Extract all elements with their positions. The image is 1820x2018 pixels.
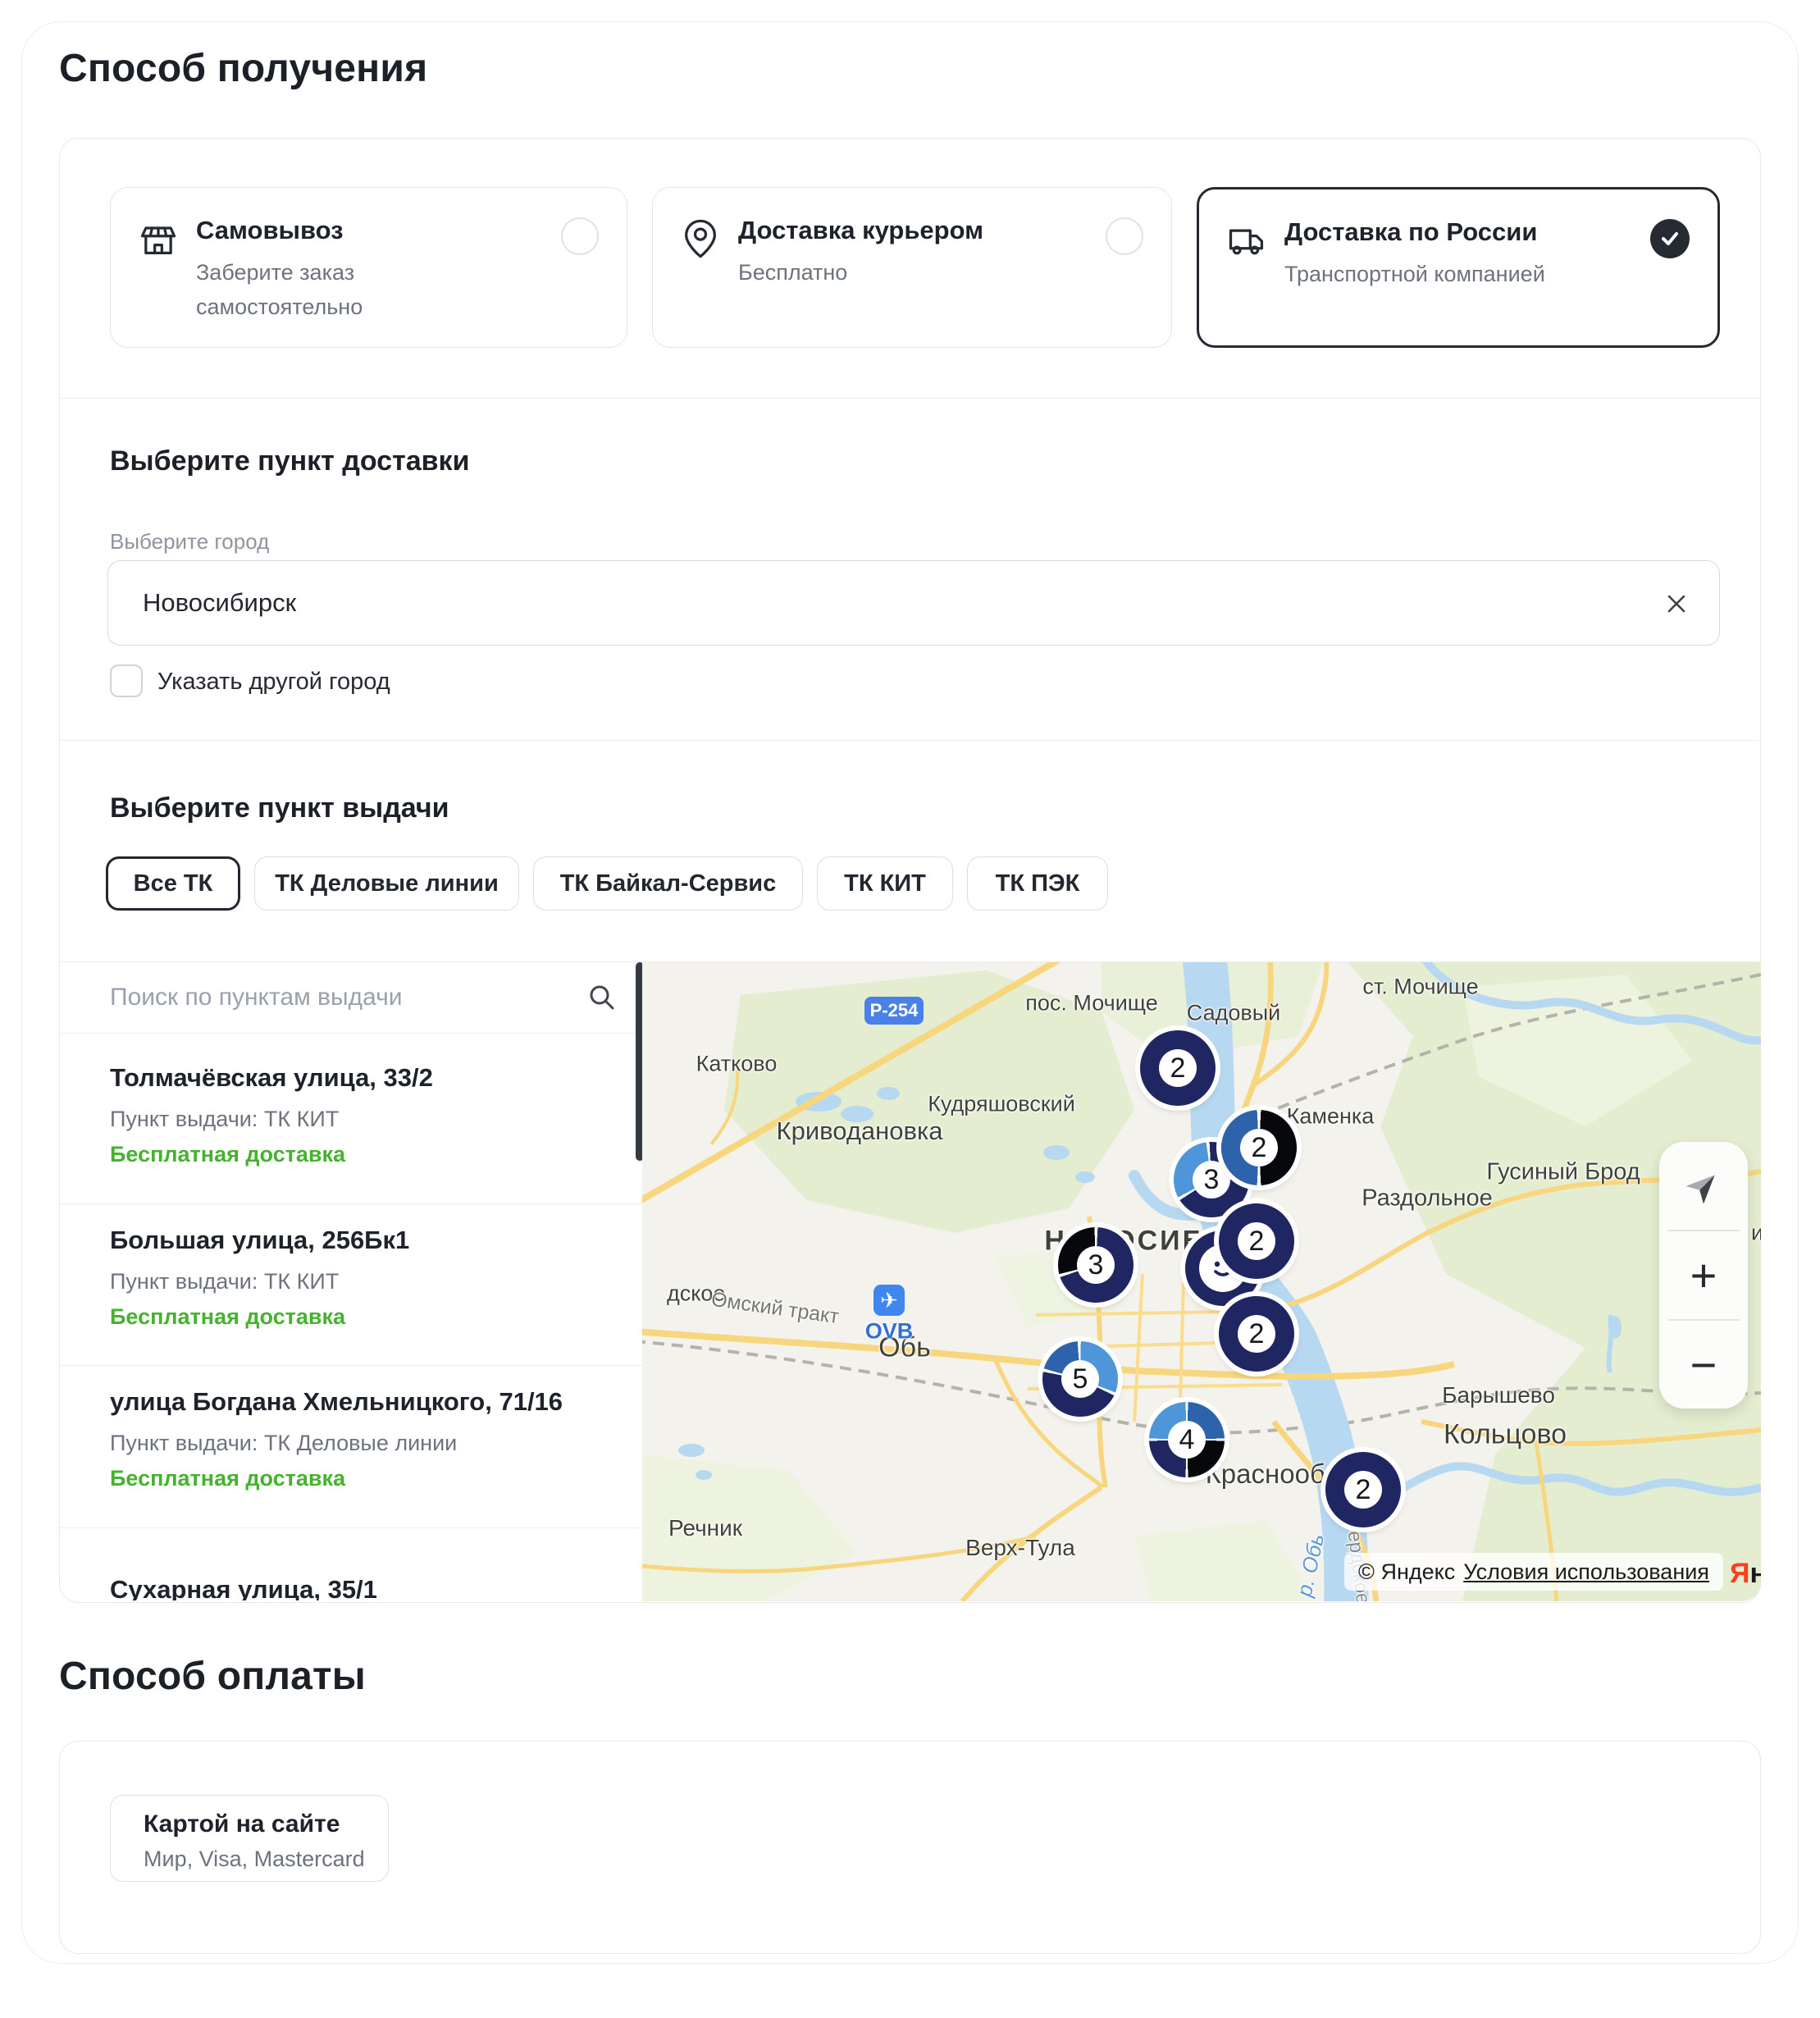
list-scrollbar[interactable] <box>636 962 642 1161</box>
point-company: Пункт выдачи: ТК КИТ <box>110 1269 339 1294</box>
point-delivery-note: Бесплатная доставка <box>110 1304 345 1330</box>
map-label: Барышево <box>1442 1382 1555 1408</box>
map-label: ин <box>1751 1221 1761 1246</box>
map-label: Кольцово <box>1444 1419 1567 1451</box>
map-label: Катково <box>696 1052 778 1077</box>
map-label: Кудряшовский <box>928 1092 1075 1117</box>
map-controls: + − <box>1659 1142 1748 1408</box>
point-company: Пункт выдачи: ТК КИТ <box>110 1107 339 1132</box>
delivery-method-subtitle: Транспортной компанией <box>1284 257 1545 291</box>
cluster-marker[interactable]: 2 <box>1219 1203 1294 1279</box>
list-divider <box>59 1033 642 1034</box>
truck-icon <box>1225 219 1268 262</box>
pickup-search-input[interactable]: Поиск по пунктам выдачи <box>110 984 402 1011</box>
map-label: Речник <box>668 1515 742 1541</box>
city-input-label: Выберите город <box>110 529 269 555</box>
section-divider <box>60 740 1759 741</box>
search-icon[interactable] <box>588 984 616 1011</box>
filter-chip-3[interactable]: ТК Байкал-Сервис <box>533 856 803 911</box>
yandex-map[interactable]: пос. Мочище ст. Мочище Садовый Катково Кудря… <box>642 962 1761 1601</box>
point-address: улица Богдана Хмельницкого, 71/16 <box>110 1387 563 1417</box>
yandex-logo[interactable]: Яндекс <box>1730 1558 1761 1590</box>
page-title: Способ получения <box>59 46 427 91</box>
cluster-marker[interactable]: 2 <box>1140 1030 1216 1106</box>
city-input-value: Новосибирск <box>143 588 296 618</box>
map-label: Каменка <box>1287 1104 1375 1130</box>
map-label: ст. Мочище <box>1362 975 1478 1000</box>
list-divider <box>59 1365 642 1366</box>
clear-city-icon[interactable] <box>1663 591 1690 617</box>
payment-title: Способ оплаты <box>59 1654 366 1699</box>
delivery-method-title: Доставка по России <box>1284 217 1537 247</box>
cluster-marker[interactable]: 3 <box>1058 1227 1134 1303</box>
geolocation-arrow-icon <box>1685 1167 1722 1205</box>
cluster-count: 3 <box>1193 1161 1230 1198</box>
point-delivery-note: Бесплатная доставка <box>110 1466 345 1491</box>
cluster-count: 5 <box>1061 1360 1099 1398</box>
cluster-count: 2 <box>1238 1222 1275 1260</box>
list-divider <box>59 1527 642 1528</box>
geolocation-button[interactable] <box>1659 1142 1748 1230</box>
cluster-marker[interactable]: 2 <box>1219 1296 1294 1372</box>
filter-chip-2[interactable]: ТК Деловые линии <box>254 856 519 911</box>
delivery-method-1[interactable]: Самовывоз Заберите заказ самостоятельно <box>110 187 627 348</box>
map-label: Раздольное <box>1362 1185 1493 1212</box>
cluster-count: 2 <box>1159 1049 1197 1087</box>
radio-icon[interactable] <box>1106 217 1143 255</box>
zoom-out-button[interactable]: − <box>1659 1321 1748 1408</box>
city-section-heading: Выберите пункт доставки <box>110 445 469 477</box>
filter-chip-1[interactable]: Все ТК <box>106 856 240 911</box>
map-label: пос. Мочище <box>1025 991 1157 1016</box>
airport-icon: ✈ <box>874 1285 905 1316</box>
map-label: Садовый <box>1187 1001 1280 1026</box>
road-badge: Р-254 <box>864 997 924 1025</box>
payment-method-card[interactable]: Картой на сайте Мир, Visa, Mastercard <box>110 1795 389 1882</box>
cluster-marker[interactable]: 2 <box>1325 1452 1401 1527</box>
pickup-point-list: Поиск по пунктам выдачи Толмачёвская ули… <box>59 962 642 1600</box>
cluster-marker[interactable]: 5 <box>1042 1341 1118 1417</box>
cluster-count: 3 <box>1077 1246 1115 1284</box>
pickup-section-heading: Выберите пункт выдачи <box>110 792 449 824</box>
map-attribution: © Яндекс Условия использования <box>1344 1553 1723 1591</box>
map-label: Гусиный Брод <box>1486 1159 1640 1186</box>
list-divider <box>59 1203 642 1204</box>
delivery-method-subtitle: Бесплатно <box>738 255 847 290</box>
delivery-method-title: Самовывоз <box>196 216 344 245</box>
other-city-checkbox[interactable] <box>110 664 143 697</box>
radio-icon[interactable] <box>561 217 599 255</box>
cluster-count: 2 <box>1238 1315 1275 1353</box>
point-address: Сухарная улица, 35/1 <box>110 1575 377 1600</box>
city-input[interactable]: Новосибирск <box>107 560 1720 646</box>
delivery-method-title: Доставка курьером <box>738 216 983 245</box>
delivery-method-2[interactable]: Доставка курьером Бесплатно <box>652 187 1172 348</box>
payment-method-subtitle: Мир, Visa, Mastercard <box>144 1847 365 1872</box>
map-copyright: © Яндекс <box>1358 1559 1455 1585</box>
other-city-label: Указать другой город <box>157 669 390 696</box>
delivery-method-subtitle: Заберите заказ самостоятельно <box>196 255 363 324</box>
cluster-count: 2 <box>1240 1129 1278 1167</box>
filter-chip-4[interactable]: ТК КИТ <box>817 856 953 911</box>
section-divider <box>60 398 1759 399</box>
point-address: Большая улица, 256Бк1 <box>110 1226 409 1255</box>
point-address: Толмачёвская улица, 33/2 <box>110 1063 433 1093</box>
point-company: Пункт выдачи: ТК Деловые линии <box>110 1431 457 1456</box>
pin-icon <box>679 217 722 260</box>
cluster-marker[interactable]: 4 <box>1149 1402 1225 1477</box>
checkout-page: Способ получения Самовывоз Заберите заказ… <box>0 0 1820 2018</box>
terms-link[interactable]: Условия использования <box>1463 1559 1709 1585</box>
map-label: Криводановка <box>777 1116 943 1146</box>
payment-method-title: Картой на сайте <box>144 1810 340 1838</box>
map-label: Верх-Тула <box>965 1535 1075 1561</box>
zoom-in-button[interactable]: + <box>1659 1231 1748 1319</box>
airport-code-label: OVB <box>865 1319 914 1345</box>
point-delivery-note: Бесплатная доставка <box>110 1142 345 1167</box>
delivery-method-3[interactable]: Доставка по России Транспортной компанией <box>1197 187 1720 348</box>
cluster-count: 4 <box>1168 1421 1206 1459</box>
store-icon <box>137 217 180 260</box>
cluster-marker[interactable]: 2 <box>1221 1110 1297 1185</box>
cluster-count: 2 <box>1344 1471 1382 1509</box>
filter-chip-5[interactable]: ТК ПЭК <box>967 856 1108 911</box>
selected-check-icon <box>1650 219 1690 258</box>
